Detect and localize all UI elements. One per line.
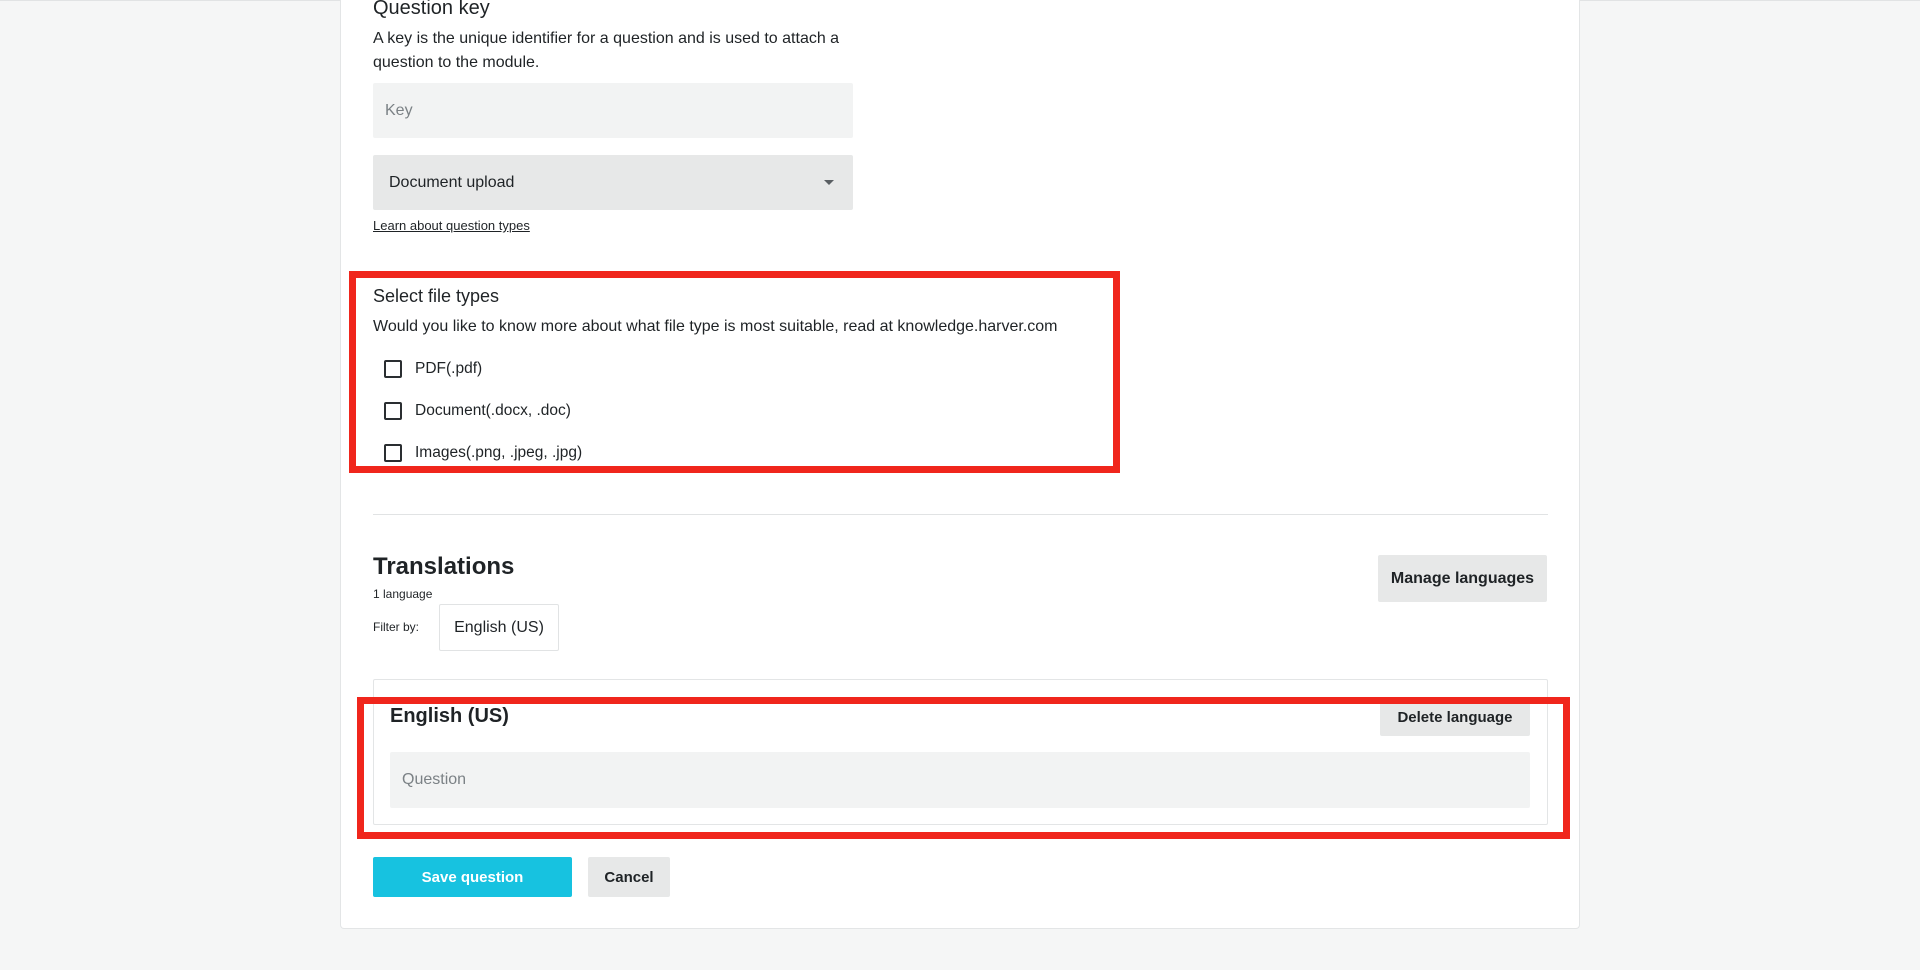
translations-title: Translations: [373, 553, 515, 580]
question-type-selected: Document upload: [389, 173, 515, 191]
question-key-description: A key is the unique identifier for a que…: [373, 30, 840, 71]
key-input[interactable]: [373, 83, 853, 138]
section-divider: [373, 514, 1548, 515]
language-filter-chip[interactable]: English (US): [439, 604, 559, 651]
highlight-box-file-types: [349, 271, 1120, 473]
question-key-title: Question key: [373, 0, 490, 19]
learn-question-types-link[interactable]: Learn about question types: [373, 218, 530, 233]
highlight-box-language: [357, 697, 1570, 839]
language-count: 1 language: [373, 587, 433, 601]
cancel-button[interactable]: Cancel: [588, 857, 670, 897]
manage-languages-button[interactable]: Manage languages: [1378, 555, 1547, 602]
save-question-button[interactable]: Save question: [373, 857, 572, 897]
caret-down-icon: [824, 180, 834, 185]
question-type-select[interactable]: Document upload: [373, 155, 853, 210]
filter-label: Filter by:: [373, 620, 420, 634]
